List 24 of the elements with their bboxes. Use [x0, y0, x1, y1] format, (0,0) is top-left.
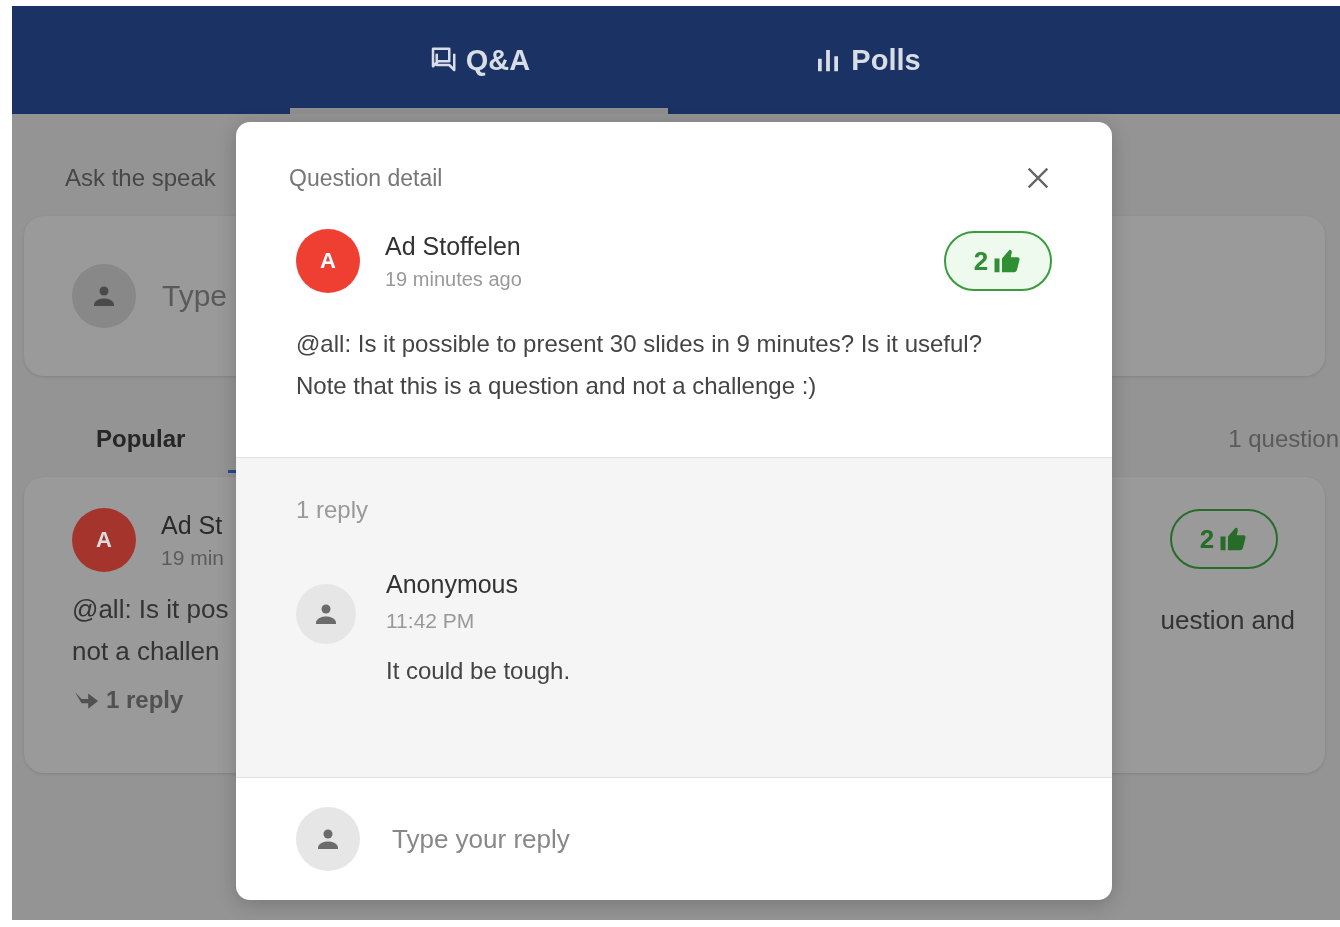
- question-text: uestion and: [1160, 605, 1295, 636]
- timestamp: 19 min: [161, 545, 225, 570]
- timestamp: 19 minutes ago: [385, 267, 522, 291]
- question-text: @all: Is it pos: [72, 593, 229, 626]
- question-text: not a challen: [72, 635, 220, 668]
- reply-count: 1 reply: [296, 496, 370, 524]
- author-name: Ad Stoffelen: [385, 231, 522, 261]
- tab[interactable]: Polls: [678, 6, 1056, 114]
- reply-text: It could be tough.: [386, 657, 571, 685]
- upvote-button[interactable]: 2: [944, 231, 1052, 291]
- question-text: @all: Is it possible to present 30 slides in 9 minutes? Is it useful? Note that this is a question and not a challenge :): [296, 329, 984, 401]
- author-name: Ad St: [161, 510, 224, 540]
- question-count: 1 question: [1228, 425, 1339, 454]
- prompt-label: Ask the speak: [65, 164, 216, 193]
- tab[interactable]: Q&A: [290, 6, 668, 114]
- avatar: A: [296, 229, 360, 293]
- dialog-title: Question detail: [289, 164, 443, 192]
- sort-tab[interactable]: Popular: [96, 425, 186, 473]
- reply-input[interactable]: Type your reply: [392, 823, 992, 855]
- replies-link[interactable]: 1 reply: [72, 686, 1277, 714]
- input-placeholder: Type: [162, 279, 228, 313]
- timestamp: 11:42 PM: [386, 609, 476, 633]
- avatar: A: [72, 508, 136, 572]
- author-name: Anonymous: [386, 570, 520, 599]
